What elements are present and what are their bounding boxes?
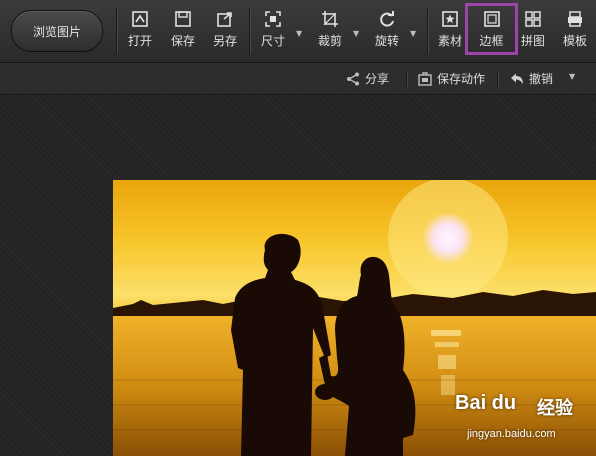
sticker-button[interactable]: 素材 <box>438 10 462 54</box>
frame-button[interactable]: 边框 <box>465 3 518 55</box>
save-as-icon <box>217 12 232 27</box>
save-icon <box>175 11 191 27</box>
template-label: 模板 <box>563 34 588 48</box>
undo-label: 撤销 <box>529 72 554 86</box>
save-label: 保存 <box>171 34 196 48</box>
save-as-label: 另存 <box>213 34 238 48</box>
subbar-separator <box>497 71 498 87</box>
collage-icon <box>525 11 541 27</box>
collage-label: 拼图 <box>521 34 546 48</box>
resize-label: 尺寸 <box>261 34 286 48</box>
rotate-icon <box>380 11 394 27</box>
baidu-jingyan-watermark: Bai du 经验 jingyan.baidu.com <box>455 392 593 452</box>
undo-dropdown-caret-icon[interactable]: ▼ <box>569 72 575 81</box>
baidu-logo: Bai du <box>455 392 517 414</box>
crop-button[interactable]: 裁剪 <box>318 10 342 54</box>
watermark-url: jingyan.baidu.com <box>467 428 556 440</box>
resize-button[interactable]: 尺寸 <box>261 10 285 54</box>
save-action-button[interactable]: 保存动作 <box>418 70 485 87</box>
rotate-label: 旋转 <box>375 34 400 48</box>
rotate-button[interactable]: 旋转 <box>375 10 399 54</box>
resize-icon <box>265 11 281 27</box>
open-button[interactable]: 打开 <box>128 10 152 54</box>
jingyan-brand-text: 经验 <box>537 398 573 419</box>
share-label: 分享 <box>365 72 390 86</box>
share-button[interactable]: 分享 <box>346 70 389 87</box>
open-icon <box>132 11 148 27</box>
collage-button[interactable]: 拼图 <box>521 10 545 54</box>
rotate-dropdown-caret-icon[interactable]: ▼ <box>410 29 416 38</box>
save-action-icon <box>418 71 432 86</box>
main-toolbar: 浏览图片 打开 保存 另存 尺寸 ▼ 裁剪 ▼ 旋转 ▼ 素材 边框 拼图 模板 <box>0 0 596 63</box>
frame-icon <box>483 11 500 27</box>
template-icon <box>568 11 582 27</box>
subbar-separator <box>406 71 407 87</box>
save-action-label: 保存动作 <box>437 72 486 86</box>
sticker-label: 素材 <box>438 34 463 48</box>
frame-label: 边框 <box>479 34 504 48</box>
resize-dropdown-caret-icon[interactable]: ▼ <box>296 29 302 38</box>
toolbar-separator <box>427 8 428 54</box>
share-icon <box>347 72 359 85</box>
crop-dropdown-caret-icon[interactable]: ▼ <box>353 29 359 38</box>
template-button[interactable]: 模板 <box>563 10 587 54</box>
toolbar-separator <box>249 8 250 54</box>
save-button[interactable]: 保存 <box>171 10 195 54</box>
crop-label: 裁剪 <box>318 34 343 48</box>
secondary-toolbar: 分享 保存动作 撤销 ▼ <box>0 63 596 95</box>
sticker-icon <box>442 11 458 27</box>
undo-icon <box>511 73 523 84</box>
browse-images-button[interactable]: 浏览图片 <box>11 10 103 52</box>
undo-button[interactable]: 撤销 <box>510 70 553 87</box>
save-as-button[interactable]: 另存 <box>213 10 237 54</box>
toolbar-separator <box>116 8 117 54</box>
open-label: 打开 <box>128 34 153 48</box>
crop-icon <box>322 11 338 27</box>
